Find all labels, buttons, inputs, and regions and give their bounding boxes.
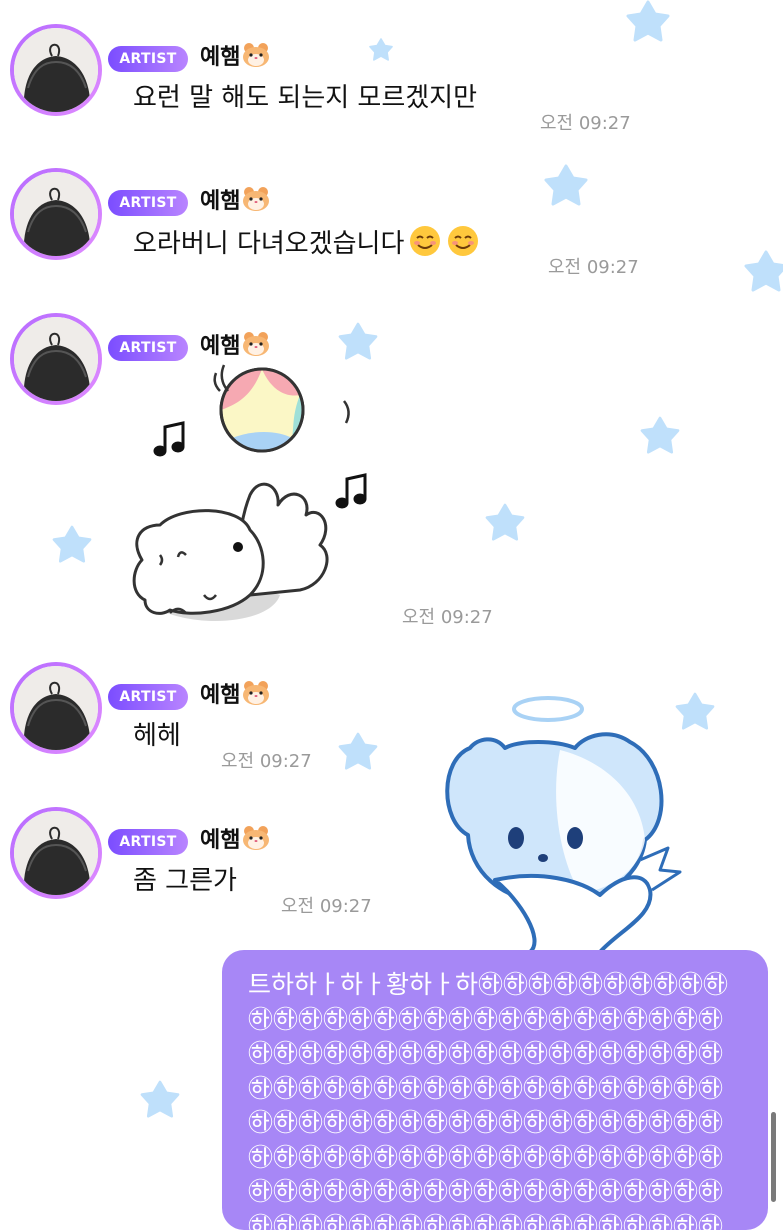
artist-avatar[interactable] [10, 168, 102, 260]
hamster-emoji-icon [243, 826, 270, 850]
sender-name: 예햄 [200, 42, 270, 74]
hamster-emoji-icon [243, 681, 270, 705]
message-time: 오전 09:27 [402, 607, 493, 628]
scrollbar[interactable] [771, 1112, 776, 1202]
message-time: 오전 09:27 [540, 113, 631, 134]
message-time: 오전 09:27 [281, 896, 372, 917]
angel-bear-background [445, 696, 682, 954]
message-text[interactable]: 헤헤 [133, 718, 181, 754]
sender-name: 예햄 [200, 680, 270, 712]
artist-avatar[interactable] [10, 24, 102, 116]
artist-avatar[interactable] [10, 313, 102, 405]
smiling-face-emoji-icon [448, 226, 479, 256]
hamster-emoji-icon [243, 187, 270, 211]
hamster-emoji-icon [243, 332, 270, 356]
message-text[interactable]: 요런 말 해도 되는지 모르겠지만 [133, 80, 477, 116]
sender-name: 예햄 [200, 186, 270, 218]
artist-badge: ARTIST [108, 829, 188, 855]
sender-name: 예햄 [200, 825, 270, 857]
message-time: 오전 09:27 [548, 257, 639, 278]
smiling-face-emoji-icon [410, 226, 441, 256]
my-message-bubble[interactable]: 트하하ㅏ하ㅏ황하ㅏ하㉻㉻㉻㉻㉻㉻㉻㉻㉻㉻㉻㉻㉻㉻㉻㉻㉻㉻㉻㉻㉻㉻㉻㉻㉻㉻㉻㉻㉻㉻… [222, 950, 768, 1230]
message-time: 오전 09:27 [221, 751, 312, 772]
hamster-emoji-icon [243, 43, 270, 67]
ball-sticker[interactable] [120, 355, 380, 635]
message-text[interactable]: 오라버니 다녀오겠습니다 [133, 224, 480, 262]
artist-badge: ARTIST [108, 684, 188, 710]
artist-avatar[interactable] [10, 807, 102, 899]
artist-badge: ARTIST [108, 190, 188, 216]
artist-badge: ARTIST [108, 46, 188, 72]
message-text[interactable]: 좀 그른가 [133, 863, 237, 899]
artist-avatar[interactable] [10, 662, 102, 754]
